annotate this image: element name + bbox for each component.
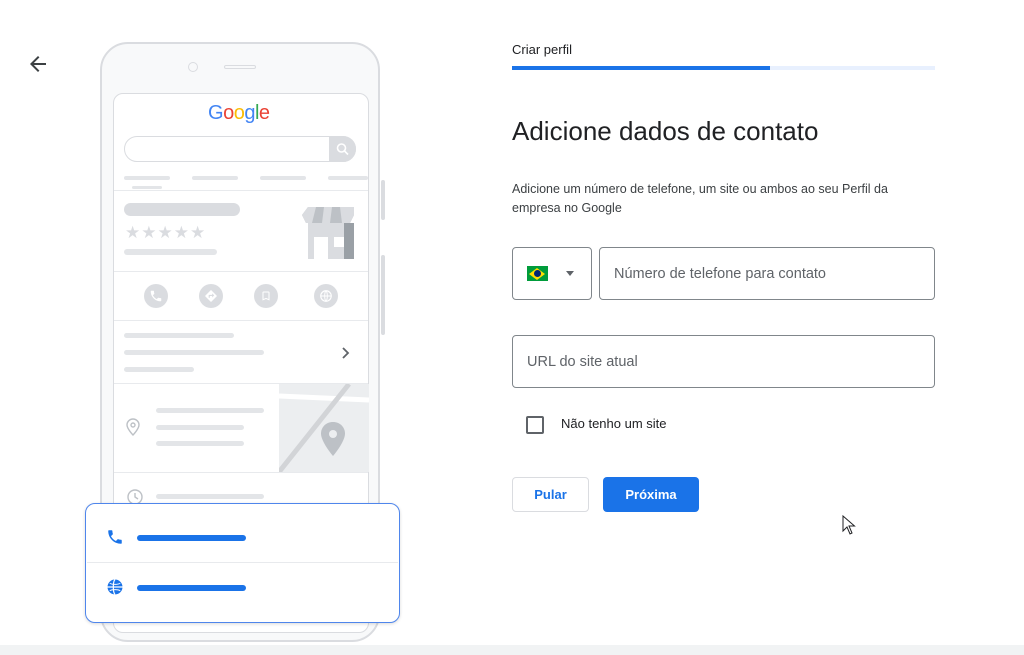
card-phone-line xyxy=(137,535,246,541)
location-pin-icon xyxy=(126,418,140,441)
page-description: Adicione um número de telefone, um site … xyxy=(512,182,888,215)
phone-number-input[interactable] xyxy=(599,247,935,300)
globe-icon xyxy=(314,284,338,308)
next-button[interactable]: Próxima xyxy=(603,477,699,512)
illustration-divider xyxy=(114,271,368,272)
phone-icon xyxy=(106,528,124,551)
phone-side-button xyxy=(381,180,385,220)
arrow-left-icon xyxy=(30,56,46,72)
illustration-divider xyxy=(114,472,368,473)
progress-bar xyxy=(512,66,771,70)
no-website-label[interactable]: Não tenho um site xyxy=(561,416,667,431)
illustration-tab-underline xyxy=(132,186,162,189)
step-title: Criar perfil xyxy=(512,42,572,57)
illustration-tab xyxy=(328,176,368,180)
illustration-address-line xyxy=(156,441,244,446)
google-logo: Google xyxy=(208,102,270,124)
illustration-search-button xyxy=(329,136,356,162)
card-website-line xyxy=(137,585,246,591)
illustration-divider xyxy=(114,320,368,321)
illustration-tab xyxy=(124,176,170,180)
skip-button[interactable]: Pular xyxy=(512,477,589,512)
website-url-input[interactable] xyxy=(512,335,935,388)
chevron-right-icon xyxy=(341,346,351,365)
illustration-rating-stars: ★★★★★ xyxy=(125,223,207,242)
illustration-business-name xyxy=(124,203,240,216)
no-website-checkbox[interactable] xyxy=(526,416,544,434)
map-pin-icon xyxy=(321,422,345,456)
illustration-hours-line xyxy=(156,494,264,499)
illustration-search-bar xyxy=(124,136,356,162)
illustration-category xyxy=(124,249,217,255)
brazil-flag-icon xyxy=(527,266,548,281)
page-title: Adicione dados de contato xyxy=(512,116,819,146)
contact-highlight-card xyxy=(85,503,400,623)
illustration-address-line xyxy=(156,425,244,430)
illustration-divider xyxy=(114,190,368,191)
storefront-icon xyxy=(300,205,356,264)
caret-down-icon xyxy=(566,271,574,276)
globe-icon xyxy=(106,578,124,601)
phone-camera xyxy=(188,62,198,72)
illustration-map xyxy=(279,384,369,472)
phone-icon xyxy=(144,284,168,308)
illustration-address-line xyxy=(156,408,264,413)
card-divider xyxy=(87,562,398,563)
phone-speaker xyxy=(224,65,256,69)
mouse-pointer-icon xyxy=(842,514,856,540)
back-button[interactable] xyxy=(26,52,50,76)
bookmark-icon xyxy=(254,284,278,308)
illustration-tab xyxy=(260,176,306,180)
page-bottom-bar xyxy=(0,645,1024,655)
illustration-tab xyxy=(192,176,238,180)
illustration-info-line xyxy=(124,367,194,372)
illustration-info-line xyxy=(124,350,264,355)
directions-icon xyxy=(199,284,223,308)
illustration-info-line xyxy=(124,333,234,338)
search-icon xyxy=(336,143,349,156)
country-code-select[interactable] xyxy=(512,247,592,300)
phone-side-button xyxy=(381,255,385,335)
